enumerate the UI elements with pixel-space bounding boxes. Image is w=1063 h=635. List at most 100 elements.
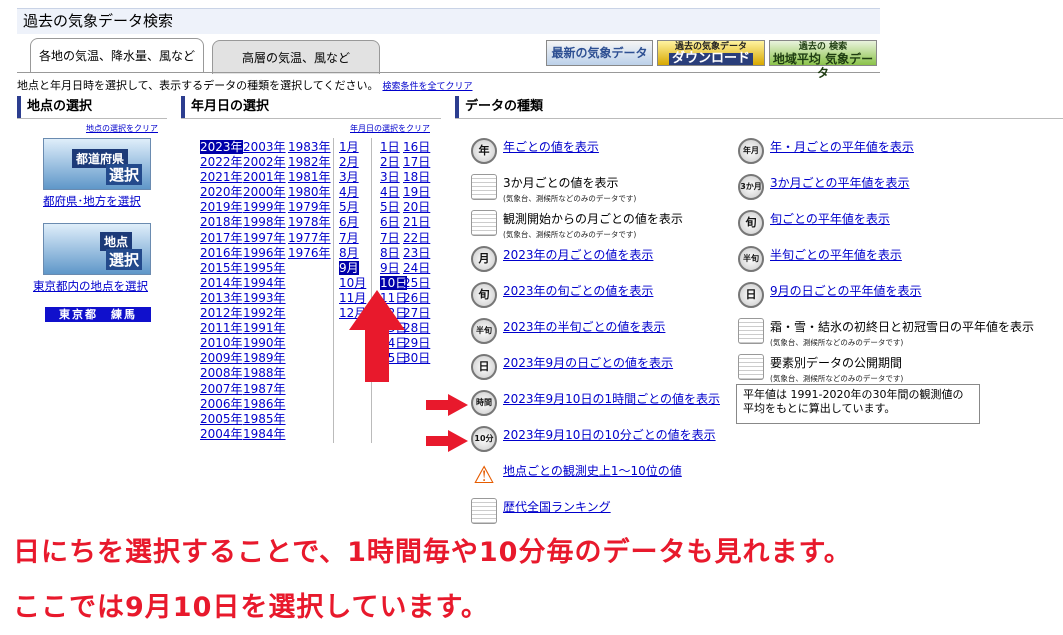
year-link[interactable]: 1981年: [288, 170, 331, 184]
year-link[interactable]: 2017年: [200, 231, 243, 245]
point-map-button[interactable]: 地点 選択: [43, 223, 151, 275]
year-link[interactable]: 1978年: [288, 215, 331, 229]
year-link[interactable]: 1986年: [243, 397, 286, 411]
year-link[interactable]: 1977年: [288, 231, 331, 245]
year-link[interactable]: 1992年: [243, 306, 286, 320]
day-link[interactable]: 5日: [380, 200, 400, 214]
month-link[interactable]: 9月: [339, 260, 359, 275]
month-link[interactable]: 6月: [339, 215, 359, 229]
tab-upper-air[interactable]: 高層の気温、風など: [212, 40, 380, 74]
year-link[interactable]: 1979年: [288, 200, 331, 214]
day-link[interactable]: 8日: [380, 246, 400, 260]
year-link[interactable]: 2009年: [200, 351, 243, 365]
year-link[interactable]: 2010年: [200, 336, 243, 350]
month-link[interactable]: 5月: [339, 200, 359, 214]
datatype-item[interactable]: 地点ごとの観測史上1～10位の値: [503, 462, 682, 479]
year-link[interactable]: 2021年: [200, 170, 243, 184]
year-link[interactable]: 2005年: [200, 412, 243, 426]
year-link[interactable]: 2007年: [200, 382, 243, 396]
day-link[interactable]: 4日: [380, 185, 400, 199]
month-link[interactable]: 8月: [339, 246, 359, 260]
station-clear-link[interactable]: 地点の選択をクリア: [86, 123, 158, 134]
date-clear-link[interactable]: 年月日の選択をクリア: [350, 123, 430, 134]
day-link[interactable]: 30日: [403, 351, 430, 365]
datatype-label[interactable]: 2023年9月10日の10分ごとの値を表示: [503, 428, 716, 442]
day-link[interactable]: 22日: [403, 231, 430, 245]
day-link[interactable]: 9日: [380, 261, 400, 275]
day-link[interactable]: 29日: [403, 336, 430, 350]
datatype-label[interactable]: 2023年の半旬ごとの値を表示: [503, 320, 665, 334]
year-link[interactable]: 1991年: [243, 321, 286, 335]
day-link[interactable]: 1日: [380, 140, 400, 154]
day-link[interactable]: 25日: [403, 276, 430, 290]
datatype-item[interactable]: 年ごとの値を表示: [503, 138, 599, 155]
year-link[interactable]: 1988年: [243, 366, 286, 380]
day-link[interactable]: 16日: [403, 140, 430, 154]
year-link[interactable]: 2023年: [200, 140, 243, 154]
year-link[interactable]: 2002年: [243, 155, 286, 169]
datatype-item[interactable]: 2023年9月10日の10分ごとの値を表示: [503, 426, 716, 443]
year-link[interactable]: 2014年: [200, 276, 243, 290]
datatype-item[interactable]: 3か月ごとの平年値を表示: [770, 174, 910, 191]
datatype-item[interactable]: 2023年の月ごとの値を表示: [503, 246, 653, 263]
year-link[interactable]: 2022年: [200, 155, 243, 169]
datatype-label[interactable]: 3か月ごとの平年値を表示: [770, 176, 910, 190]
datatype-label[interactable]: 年・月ごとの平年値を表示: [770, 140, 914, 154]
datatype-item[interactable]: 2023年9月の日ごとの値を表示: [503, 354, 673, 371]
prefecture-select-link[interactable]: 都府県･地方を選択: [43, 193, 141, 209]
datatype-item[interactable]: 2023年の旬ごとの値を表示: [503, 282, 653, 299]
day-link[interactable]: 26日: [403, 291, 430, 305]
day-link[interactable]: 21日: [403, 215, 430, 229]
year-link[interactable]: 1994年: [243, 276, 286, 290]
point-select-link[interactable]: 東京都内の地点を選択: [33, 278, 148, 294]
year-link[interactable]: 1982年: [288, 155, 331, 169]
day-link[interactable]: 24日: [403, 261, 430, 275]
datatype-item[interactable]: 旬ごとの平年値を表示: [770, 210, 890, 227]
day-link[interactable]: 23日: [403, 246, 430, 260]
year-link[interactable]: 2008年: [200, 366, 243, 380]
datatype-label[interactable]: 2023年の月ごとの値を表示: [503, 248, 653, 262]
datatype-item[interactable]: 年・月ごとの平年値を表示: [770, 138, 914, 155]
day-link[interactable]: 28日: [403, 321, 430, 335]
year-link[interactable]: 2019年: [200, 200, 243, 214]
day-link[interactable]: 7日: [380, 231, 400, 245]
day-link[interactable]: 19日: [403, 185, 430, 199]
year-link[interactable]: 1993年: [243, 291, 286, 305]
clear-all-link[interactable]: 検索条件を全てクリア: [382, 82, 472, 92]
datatype-item[interactable]: 2023年の半旬ごとの値を表示: [503, 318, 665, 335]
datatype-item[interactable]: 2023年9月10日の1時間ごとの値を表示: [503, 390, 720, 407]
prefecture-map-button[interactable]: 都道府県 選択: [43, 138, 151, 190]
year-link[interactable]: 2004年: [200, 427, 243, 441]
day-link[interactable]: 2日: [380, 155, 400, 169]
year-link[interactable]: 2013年: [200, 291, 243, 305]
datatype-label[interactable]: 2023年の旬ごとの値を表示: [503, 284, 653, 298]
day-link[interactable]: 20日: [403, 200, 430, 214]
datatype-label[interactable]: 地点ごとの観測史上1～10位の値: [503, 464, 682, 478]
regional-normals-banner[interactable]: 過去の 検索 地域平均 気象データ: [769, 40, 877, 79]
datatype-label[interactable]: 2023年9月の日ごとの値を表示: [503, 356, 673, 370]
month-link[interactable]: 2月: [339, 155, 359, 169]
day-link[interactable]: 18日: [403, 170, 430, 184]
year-link[interactable]: 1990年: [243, 336, 286, 350]
year-link[interactable]: 1985年: [243, 412, 286, 426]
download-banner[interactable]: 過去の気象データ ダウンロード: [657, 40, 765, 66]
datatype-item[interactable]: 9月の日ごとの平年値を表示: [770, 282, 922, 299]
day-link[interactable]: 3日: [380, 170, 400, 184]
latest-data-banner[interactable]: 最新の気象データ: [546, 40, 653, 66]
year-link[interactable]: 2012年: [200, 306, 243, 320]
month-link[interactable]: 4月: [339, 185, 359, 199]
datatype-label[interactable]: 旬ごとの平年値を表示: [770, 212, 890, 226]
month-link[interactable]: 1月: [339, 140, 359, 154]
datatype-label[interactable]: 年ごとの値を表示: [503, 140, 599, 154]
month-link[interactable]: 10月: [339, 276, 366, 290]
year-link[interactable]: 1998年: [243, 215, 286, 229]
day-link[interactable]: 17日: [403, 155, 430, 169]
year-link[interactable]: 2020年: [200, 185, 243, 199]
year-link[interactable]: 2001年: [243, 170, 286, 184]
datatype-label[interactable]: 半旬ごとの平年値を表示: [770, 248, 902, 262]
datatype-item[interactable]: 歴代全国ランキング: [503, 498, 611, 515]
year-link[interactable]: 1980年: [288, 185, 331, 199]
year-link[interactable]: 1987年: [243, 382, 286, 396]
year-link[interactable]: 2003年: [243, 140, 286, 154]
tab-surface[interactable]: 各地の気温、降水量、風など: [30, 38, 204, 72]
